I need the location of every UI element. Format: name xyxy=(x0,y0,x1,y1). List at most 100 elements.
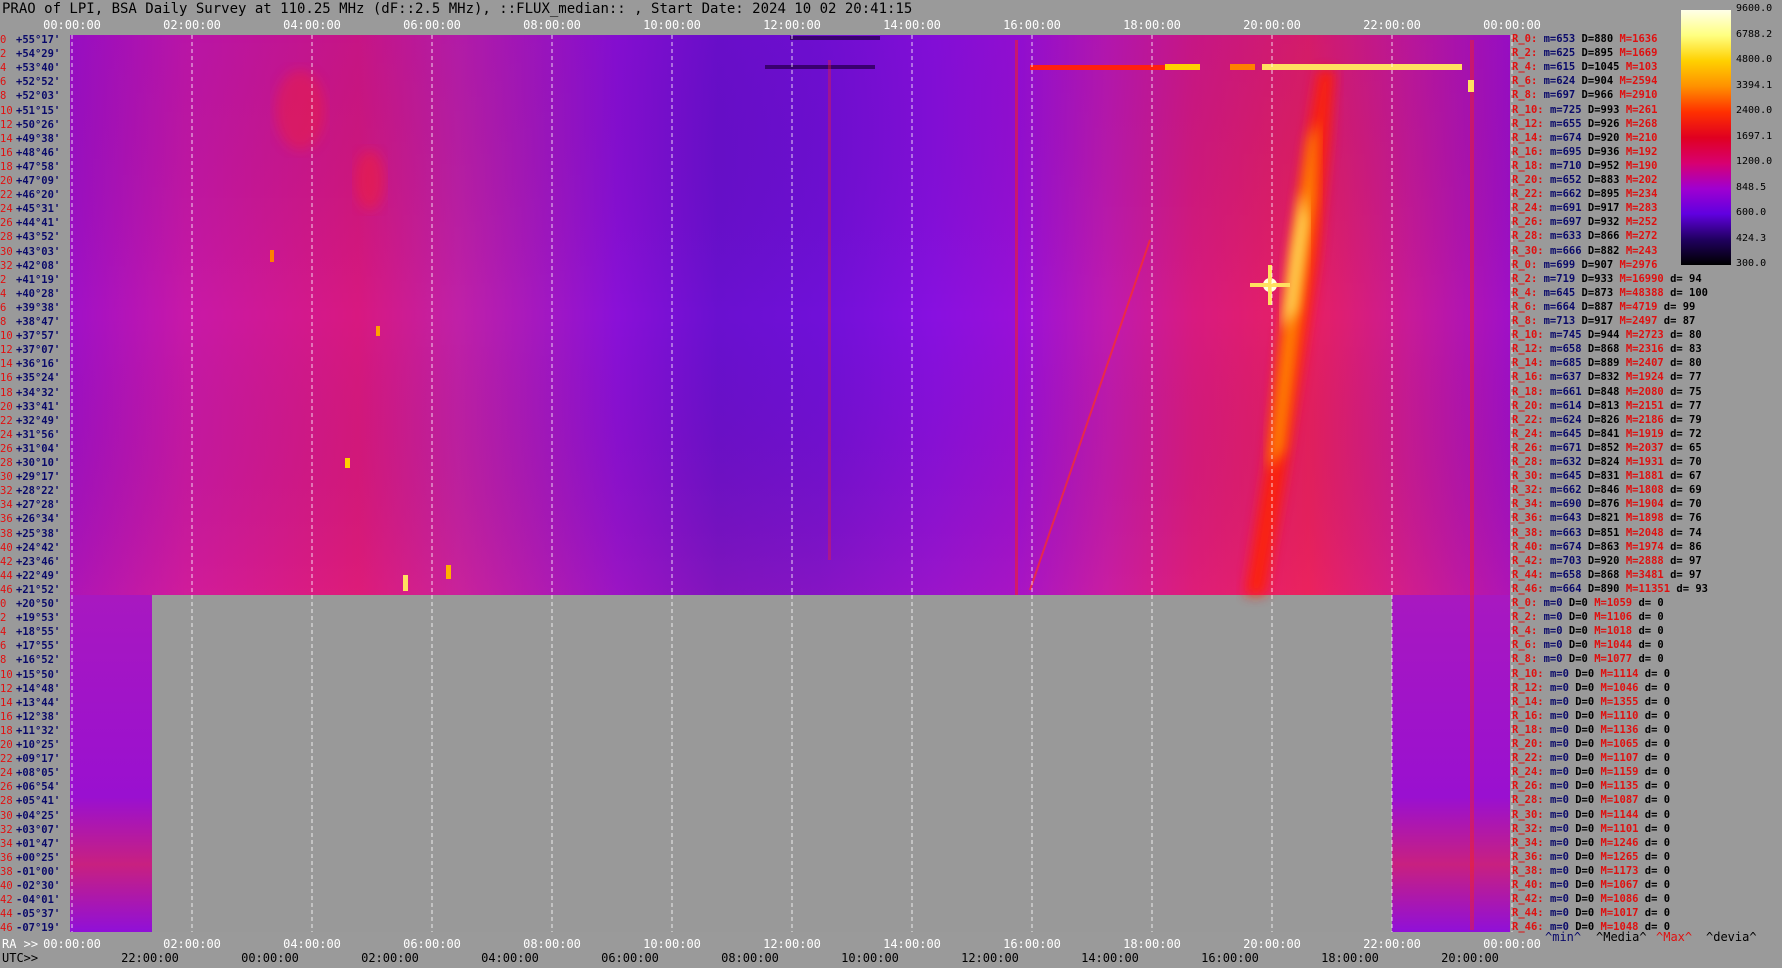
stat-row: R_18: m=710 D=952 M=190 xyxy=(1512,160,1657,173)
row-index: 24 xyxy=(0,767,13,780)
row-index: 10 xyxy=(0,104,13,117)
stat-row: R_40: m=674 D=863 M=1974 d= 86 xyxy=(1512,541,1702,554)
declination-label: 46 -07°19' xyxy=(0,923,60,934)
declination-label: 26 +06°54' xyxy=(0,782,60,793)
stat-row: R_26: m=0 D=0 M=1135 d= 0 xyxy=(1512,780,1670,793)
row-index: 36 xyxy=(0,513,13,526)
row-index: 26 xyxy=(0,781,13,794)
utc-axis-tick: 10:00:00 xyxy=(841,951,899,965)
stat-field: d= 0 xyxy=(1644,738,1671,750)
stat-field: D=880 xyxy=(1581,33,1620,45)
stat-field: d= 97 xyxy=(1670,568,1702,581)
stat-field: m=653 xyxy=(1543,33,1582,45)
stat-field: m=663 xyxy=(1549,526,1588,539)
declination-value: +36°16' xyxy=(16,358,61,371)
stat-field: M=16990 xyxy=(1619,272,1671,285)
colorbar-tick: 9600.0 xyxy=(1736,3,1773,14)
declination-label: 34 +27°28' xyxy=(0,500,60,511)
top-axis-tick: 00:00:00 xyxy=(1483,18,1541,32)
row-index: 38 xyxy=(0,527,13,540)
stat-field: R_16: xyxy=(1512,709,1550,722)
legend-max: ^Max^ xyxy=(1656,930,1693,944)
row-index: 6 xyxy=(0,301,7,314)
row-index: 34 xyxy=(0,837,13,850)
declination-value: +54°29' xyxy=(16,48,61,61)
stat-field: R_20: xyxy=(1512,174,1550,186)
stat-row: R_24: m=645 D=841 M=1919 d= 72 xyxy=(1512,428,1702,441)
stat-field: m=0 xyxy=(1549,709,1576,722)
stat-field: M=1265 xyxy=(1600,850,1645,863)
stat-row: R_36: m=643 D=821 M=1898 d= 76 xyxy=(1512,512,1702,525)
stat-field: R_12: xyxy=(1512,343,1550,356)
declination-value: +43°52' xyxy=(16,231,61,244)
stat-field: D=0 xyxy=(1575,822,1601,835)
utc-axis-tick: 16:00:00 xyxy=(1201,951,1259,965)
stat-field: D=0 xyxy=(1575,893,1601,906)
declination-value: +44°41' xyxy=(16,217,61,230)
row-index: 12 xyxy=(0,118,13,131)
stat-field: m=674 xyxy=(1549,131,1588,144)
stat-field: m=703 xyxy=(1549,554,1588,567)
declination-value: +19°53' xyxy=(16,612,61,625)
stat-field: R_4: xyxy=(1512,625,1544,638)
row-index: 28 xyxy=(0,231,13,244)
stat-field: m=713 xyxy=(1543,315,1582,327)
row-index: 10 xyxy=(0,668,13,681)
stat-field: D=846 xyxy=(1587,484,1626,497)
stat-field: R_2: xyxy=(1512,611,1544,624)
stat-field: D=882 xyxy=(1587,244,1626,257)
stat-field: D=0 xyxy=(1575,780,1601,793)
heatmap-left-strip xyxy=(70,595,152,932)
stat-row: R_26: m=671 D=852 M=2037 d= 65 xyxy=(1512,442,1702,455)
stat-field: D=0 xyxy=(1568,653,1595,666)
stat-field: R_38: xyxy=(1512,864,1550,877)
stat-row: R_0: m=0 D=0 M=1059 d= 0 xyxy=(1512,597,1664,610)
stat-row: R_28: m=633 D=866 M=272 xyxy=(1512,230,1657,243)
stat-field: R_20: xyxy=(1512,399,1550,412)
declination-value: +47°58' xyxy=(16,160,61,173)
stat-field: d= 94 xyxy=(1670,272,1702,285)
stat-field: M=2186 xyxy=(1625,413,1671,426)
stat-field: m=685 xyxy=(1549,357,1588,370)
stat-field: D=966 xyxy=(1581,89,1620,102)
row-index: 26 xyxy=(0,217,13,230)
colorbar-tick: 6788.2 xyxy=(1736,28,1773,40)
stat-row: R_24: m=691 D=917 M=283 xyxy=(1512,202,1657,215)
stat-field: d= 77 xyxy=(1670,399,1702,412)
stat-field: R_38: xyxy=(1512,526,1550,539)
stat-field: D=848 xyxy=(1587,385,1626,398)
stat-field: d= 0 xyxy=(1644,864,1671,877)
stat-field: D=1045 xyxy=(1581,61,1626,74)
stat-field: M=1144 xyxy=(1600,808,1645,821)
stat-field: R_34: xyxy=(1512,836,1550,849)
colorbar-tick: 2400.0 xyxy=(1736,105,1773,116)
top-axis-tick: 20:00:00 xyxy=(1243,18,1301,32)
stat-field: M=1017 xyxy=(1600,907,1645,920)
declination-value: +34°32' xyxy=(16,386,61,399)
utc-axis-tick: 22:00:00 xyxy=(121,951,179,965)
stat-field: M=272 xyxy=(1625,230,1658,243)
stat-field: D=895 xyxy=(1581,47,1620,60)
stat-field: D=0 xyxy=(1575,723,1601,736)
stat-field: R_28: xyxy=(1512,794,1550,807)
stat-field: R_12: xyxy=(1512,681,1550,694)
stat-field: R_2: xyxy=(1512,272,1544,285)
stat-field: D=0 xyxy=(1575,879,1601,891)
row-index: 42 xyxy=(0,555,13,568)
stat-field: d= 97 xyxy=(1670,554,1702,567)
stat-row: R_22: m=0 D=0 M=1107 d= 0 xyxy=(1512,752,1670,765)
stat-field: R_22: xyxy=(1512,188,1550,201)
stat-field: M=1974 xyxy=(1625,540,1671,553)
declination-label: 8 +52°03' xyxy=(0,91,60,102)
stat-field: d= 80 xyxy=(1670,329,1702,342)
row-index: 4 xyxy=(0,626,7,639)
row-index: 0 xyxy=(0,34,7,46)
stat-field: R_12: xyxy=(1512,117,1550,130)
stat-field: R_0: xyxy=(1512,258,1544,271)
stat-field: R_44: xyxy=(1512,568,1550,581)
stat-field: D=887 xyxy=(1581,300,1620,313)
stat-field: M=1110 xyxy=(1600,709,1645,722)
stat-field: R_10: xyxy=(1512,667,1550,680)
declination-value: -04°01' xyxy=(16,894,61,907)
stat-field: d= 0 xyxy=(1644,695,1671,708)
